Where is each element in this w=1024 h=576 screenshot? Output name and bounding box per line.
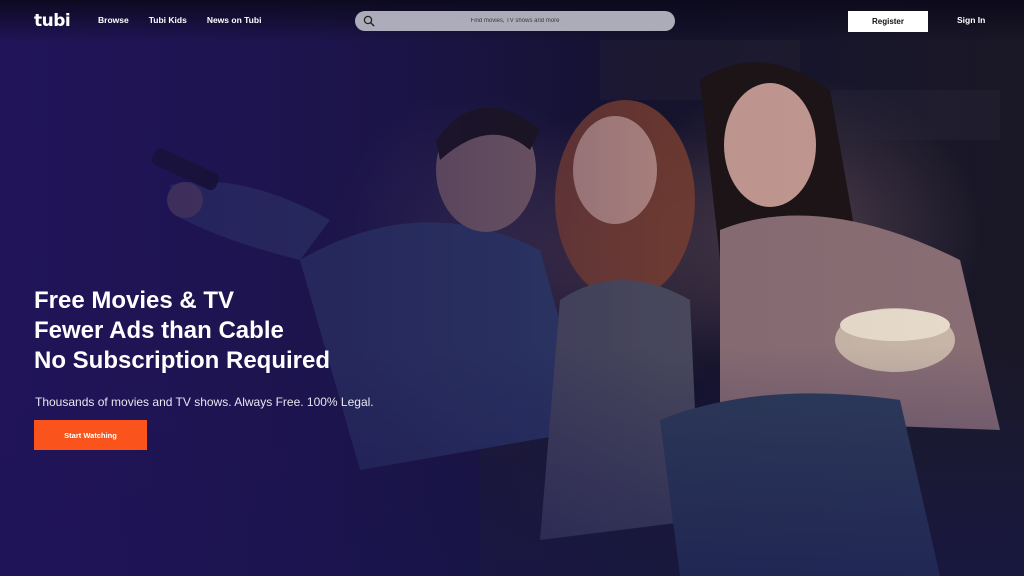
hero-section: tubi Browse Tubi Kids News on Tubi Regis… [0,0,1024,576]
register-button[interactable]: Register [848,11,928,32]
nav-item-browse[interactable]: Browse [98,15,129,25]
headline-line-1: Free Movies & TV [34,287,235,314]
search-bar [355,11,675,31]
nav-item-news-on-tubi[interactable]: News on Tubi [207,15,262,25]
headline-line-3: No Subscription Required [34,347,331,374]
main-nav: Browse Tubi Kids News on Tubi [98,15,281,25]
start-watching-button[interactable]: Start Watching [34,420,147,450]
search-icon[interactable] [363,15,375,27]
hero-subtext: Thousands of movies and TV shows. Always… [35,395,374,409]
search-input[interactable] [355,11,675,31]
top-navigation-bar: tubi Browse Tubi Kids News on Tubi Regis… [0,0,1024,42]
tubi-logo[interactable]: tubi [34,11,71,31]
hero-headline: Free Movies & TV Fewer Ads than Cable No… [34,286,330,376]
sign-in-link[interactable]: Sign In [957,15,985,25]
headline-line-2: Fewer Ads than Cable [34,317,284,344]
nav-item-tubi-kids[interactable]: Tubi Kids [149,15,187,25]
